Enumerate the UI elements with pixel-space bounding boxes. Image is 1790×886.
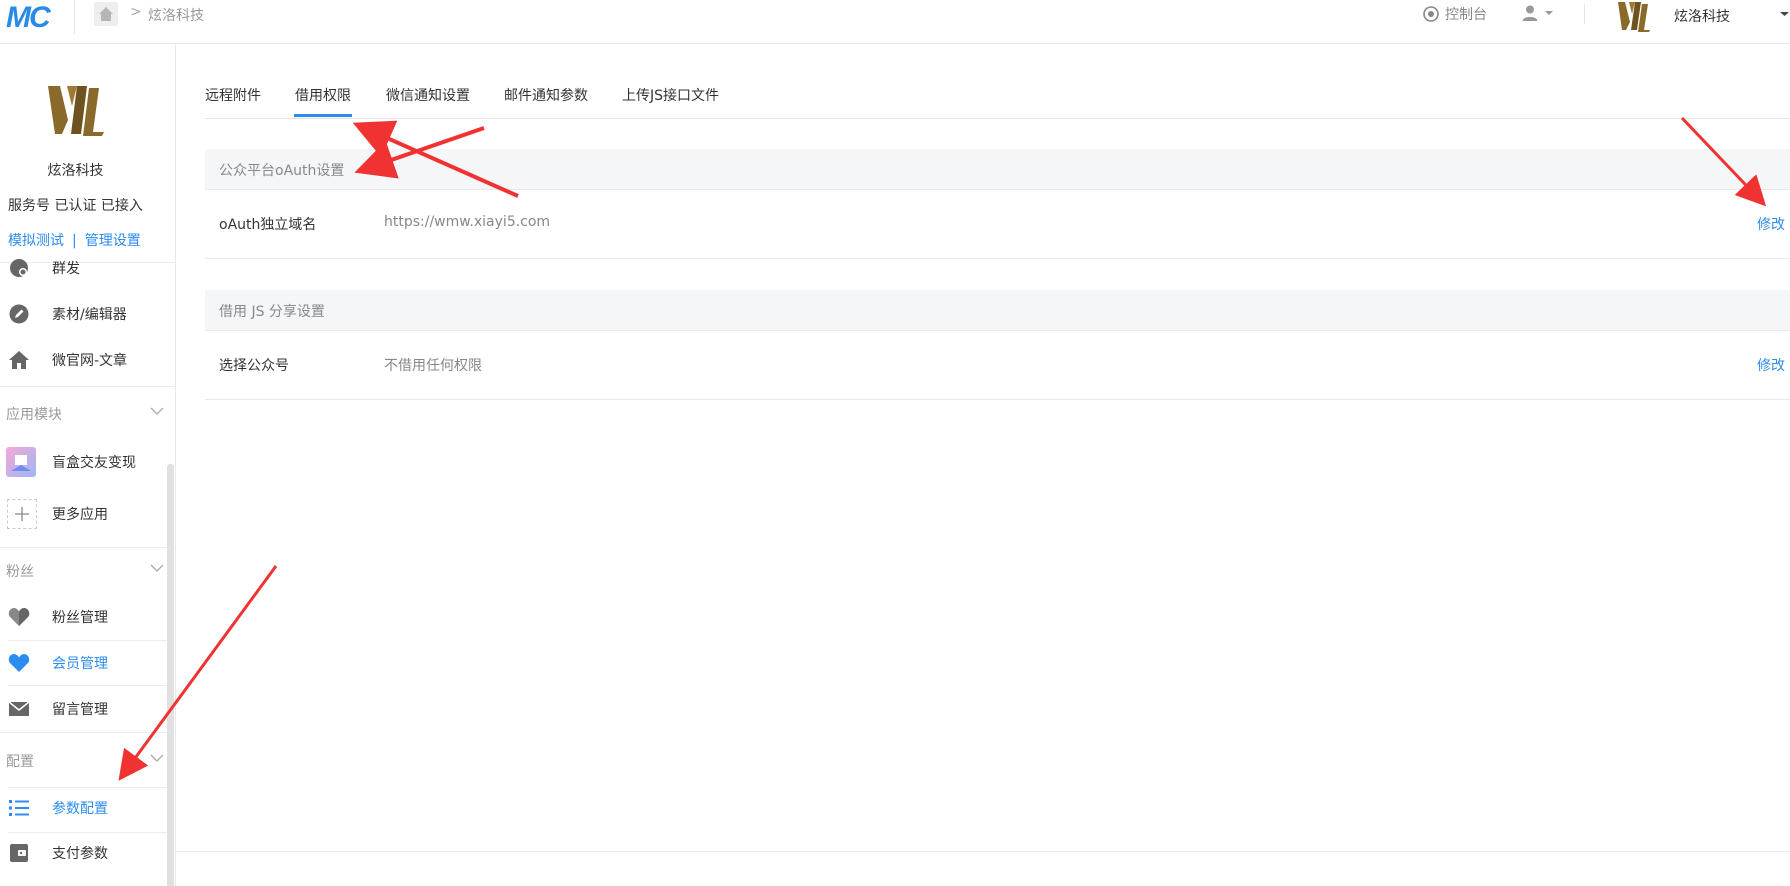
tab-borrow-permission[interactable]: 借用权限	[295, 85, 351, 105]
chevron-down-icon[interactable]	[150, 563, 164, 573]
chevron-down-icon[interactable]	[150, 753, 164, 763]
breadcrumb-separator: >	[130, 4, 142, 20]
sidebar-item-label: 盲盒交友变现	[52, 455, 136, 471]
wallet-icon	[8, 842, 30, 864]
home-button[interactable]	[94, 2, 118, 26]
setting-key: oAuth独立域名	[219, 217, 317, 233]
setting-key: 选择公众号	[219, 358, 289, 374]
annotation-overlay	[118, 116, 1767, 781]
sidebar-divider	[0, 732, 175, 733]
group-fans-title[interactable]: 粉丝	[6, 561, 34, 581]
sidebar-item-label: 素材/编辑器	[52, 307, 127, 323]
section-title: 公众平台oAuth设置	[219, 163, 345, 179]
link-separator: |	[72, 233, 77, 249]
brand-avatar[interactable]	[1616, 0, 1652, 36]
top-divider-right	[1584, 4, 1585, 24]
group-apps-title[interactable]: 应用模块	[6, 404, 62, 424]
active-tab-indicator	[294, 114, 352, 117]
brand-logo-icon	[1618, 2, 1650, 32]
sidebar-item-members[interactable]: 会员管理	[0, 643, 168, 683]
group-config-title[interactable]: 配置	[6, 751, 34, 771]
brand-logo-icon	[48, 86, 104, 136]
sidebar-divider	[8, 685, 174, 686]
sidebar-divider	[0, 386, 175, 387]
sidebar-item-label: 参数配置	[52, 801, 108, 817]
pencil-icon	[8, 303, 30, 325]
footer-divider	[175, 851, 1790, 852]
home-icon	[99, 7, 113, 21]
home-icon	[8, 349, 30, 371]
tab-remote-attachment[interactable]: 远程附件	[205, 85, 261, 105]
sidebar-item-params[interactable]: 参数配置	[0, 788, 168, 828]
top-bar: MC > 炫洛科技 控制台 炫洛科技	[0, 0, 1790, 44]
sidebar-item-broadcast[interactable]: 群发	[0, 248, 168, 288]
sidebar-divider	[8, 640, 174, 641]
setting-value: 不借用任何权限	[384, 358, 482, 374]
app-logo[interactable]: MC	[6, 3, 51, 33]
account-links: 模拟测试 | 管理设置	[8, 230, 141, 250]
sidebar-item-label: 群发	[52, 261, 80, 277]
brand-name[interactable]: 炫洛科技	[1674, 6, 1730, 26]
sidebar-item-blindbox[interactable]: 盲盒交友变现	[0, 442, 168, 482]
section-header-js-share: 借用 JS 分享设置	[205, 290, 1790, 331]
sidebar-item-label: 支付参数	[52, 846, 108, 862]
sidebar-item-label: 更多应用	[52, 507, 108, 523]
sidebar-item-messages[interactable]: 留言管理	[0, 689, 168, 729]
section-title: 借用 JS 分享设置	[219, 304, 325, 320]
sidebar-item-microsite[interactable]: 微官网-文章	[0, 340, 168, 380]
app-thumbnail-icon	[6, 447, 36, 477]
chevron-down-icon[interactable]	[150, 406, 164, 416]
account-logo	[46, 82, 106, 142]
console-link[interactable]: 控制台	[1423, 4, 1487, 24]
brand-caret-down-icon[interactable]	[1780, 10, 1789, 18]
user-menu[interactable]	[1521, 4, 1553, 22]
broadcast-icon	[8, 257, 30, 279]
heart-icon	[8, 606, 30, 628]
sidebar-item-fans[interactable]: 粉丝管理	[0, 597, 168, 637]
dashboard-icon	[1423, 6, 1439, 22]
sidebar-item-more-apps[interactable]: 更多应用	[0, 494, 168, 534]
mail-icon	[8, 698, 30, 720]
sidebar-item-payment[interactable]: 支付参数	[0, 833, 168, 873]
console-label: 控制台	[1445, 7, 1487, 23]
section-header-oauth: 公众平台oAuth设置	[205, 149, 1790, 190]
edit-oauth-link[interactable]: 修改	[1757, 214, 1785, 234]
plus-icon	[7, 499, 37, 529]
manage-settings-link[interactable]: 管理设置	[85, 233, 141, 249]
breadcrumb-current[interactable]: 炫洛科技	[148, 5, 204, 25]
tab-upload-js[interactable]: 上传JS接口文件	[622, 85, 719, 105]
edit-js-share-link[interactable]: 修改	[1757, 355, 1785, 375]
account-status: 服务号 已认证 已接入	[8, 198, 143, 214]
sidebar-scrollbar[interactable]	[167, 464, 174, 886]
account-name: 炫洛科技	[47, 163, 104, 179]
sidebar-item-label: 留言管理	[52, 702, 108, 718]
sidebar: 炫洛科技 服务号 已认证 已接入 模拟测试 | 管理设置 群发 素材/编辑器 微官网…	[0, 44, 176, 886]
sidebar-item-editor[interactable]: 素材/编辑器	[0, 294, 168, 334]
tab-email-notify[interactable]: 邮件通知参数	[504, 85, 588, 105]
sidebar-item-label: 微官网-文章	[52, 353, 128, 369]
heart-filled-icon	[8, 652, 30, 674]
list-icon	[8, 797, 30, 819]
sidebar-divider	[0, 547, 175, 548]
simulate-test-link[interactable]: 模拟测试	[8, 233, 64, 249]
setting-row-oauth-domain: oAuth独立域名 https://wmw.xiayi5.com 修改	[205, 190, 1790, 259]
top-divider	[74, 0, 75, 34]
sidebar-item-label: 会员管理	[52, 656, 108, 672]
tab-wechat-notify[interactable]: 微信通知设置	[386, 85, 470, 105]
setting-row-select-account: 选择公众号 不借用任何权限 修改	[205, 331, 1790, 400]
sidebar-item-label: 粉丝管理	[52, 610, 108, 626]
setting-value: https://wmw.xiayi5.com	[384, 214, 551, 230]
tabs-divider	[205, 118, 1790, 119]
user-icon	[1522, 5, 1538, 21]
caret-down-icon	[1545, 11, 1553, 15]
